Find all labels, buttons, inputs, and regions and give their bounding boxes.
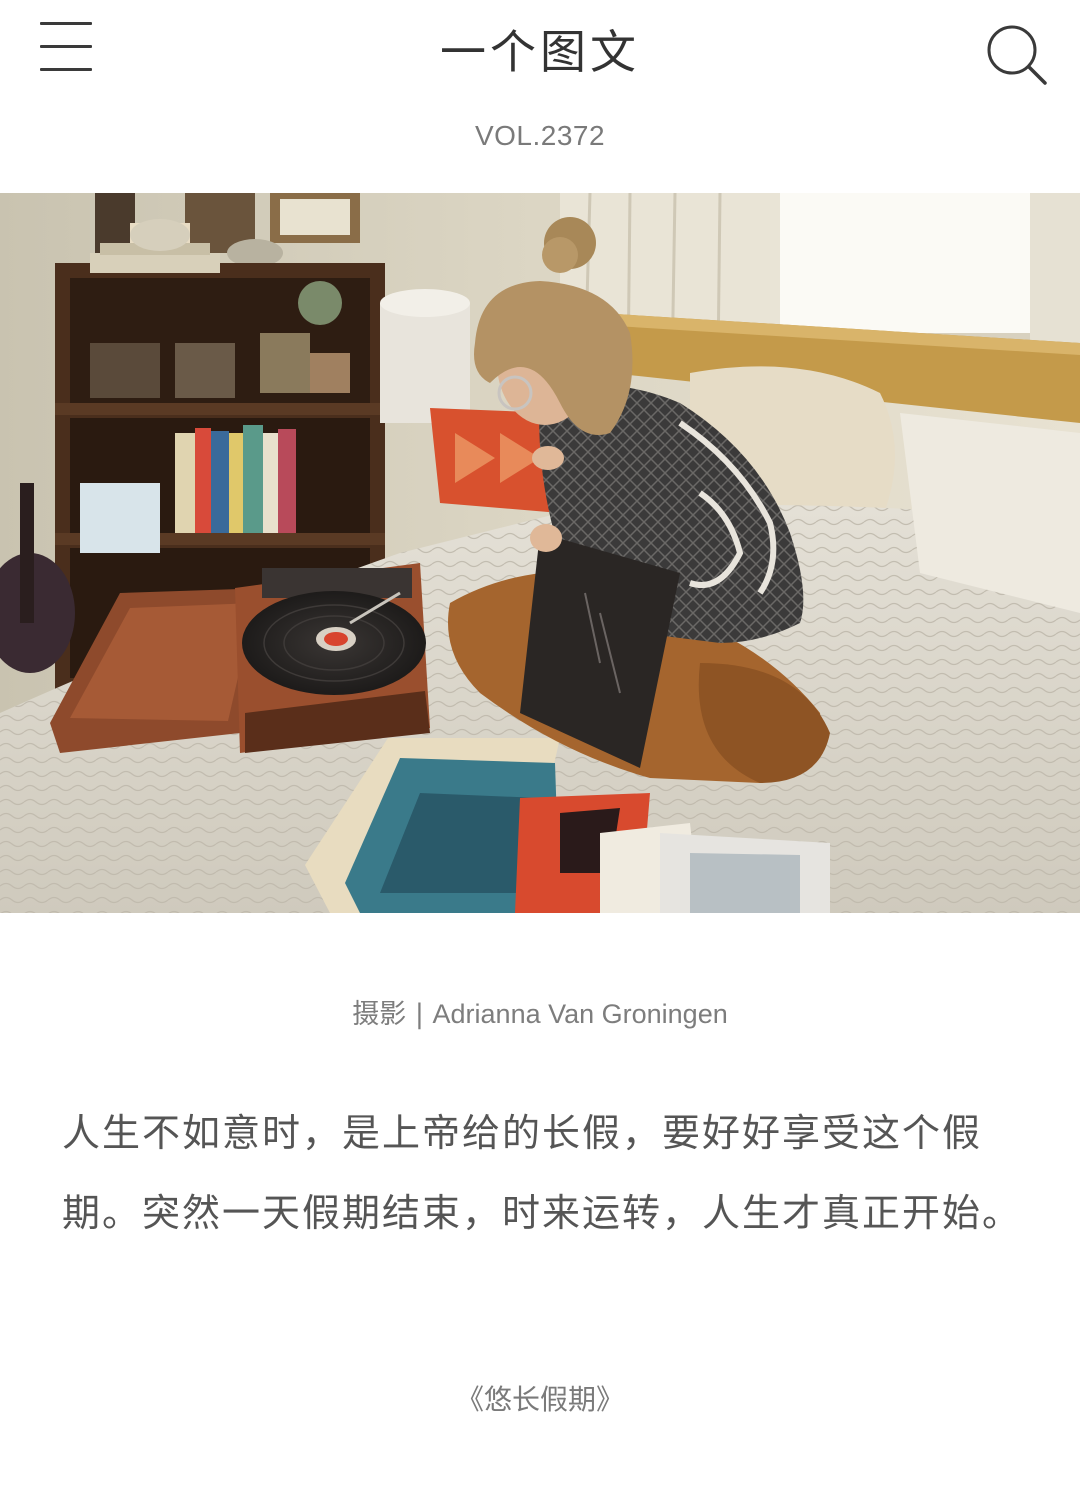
volume-number: VOL.2372 <box>474 120 606 151</box>
quote-source: 《悠长假期》 <box>455 1383 624 1416</box>
photo-credit: 摄影 | Adrianna Van Groningen <box>0 992 1080 1031</box>
page-title: 一个图文 <box>440 25 640 79</box>
photo-credit-label: 摄影 | <box>352 999 433 1030</box>
top-bar: 一个图文 <box>0 0 1080 100</box>
search-icon[interactable] <box>984 22 1050 88</box>
article-quote: 人生不如意时，是上帝给的长假，要好好享受这个假期。突然一天假期结束，时来运转，人… <box>62 1111 1023 1235</box>
photo-credit-name: Adrianna Van Groningen <box>432 999 728 1029</box>
article-photo[interactable] <box>0 193 1080 913</box>
